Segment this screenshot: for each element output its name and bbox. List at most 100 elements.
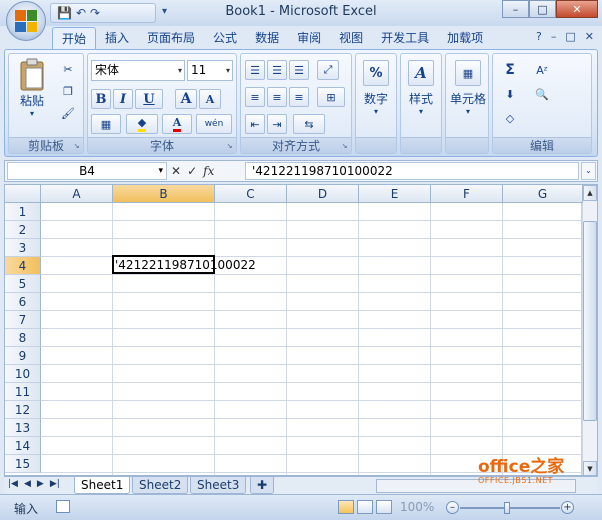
minimize-button[interactable]: – bbox=[502, 0, 529, 18]
row-header-3[interactable]: 3 bbox=[5, 239, 41, 257]
shrink-font-button[interactable]: A bbox=[199, 89, 221, 109]
select-all-button[interactable] bbox=[5, 185, 41, 203]
grow-font-button[interactable]: A bbox=[175, 89, 197, 109]
page-layout-view-icon[interactable] bbox=[357, 500, 373, 514]
font-name-select[interactable]: 宋体 ▾ bbox=[91, 60, 185, 81]
last-sheet-icon[interactable]: ▶| bbox=[50, 479, 60, 489]
sheet-tab-2[interactable]: Sheet2 bbox=[132, 477, 189, 494]
maximize-button[interactable]: □ bbox=[529, 0, 556, 18]
zoom-slider[interactable]: – + bbox=[446, 500, 574, 516]
vertical-scrollbar[interactable]: ▲ ▼ bbox=[581, 185, 597, 475]
insert-sheet-icon[interactable]: ✚ bbox=[250, 477, 275, 494]
cut-icon[interactable]: ✂ bbox=[59, 60, 77, 78]
row-header-10[interactable]: 10 bbox=[5, 365, 41, 383]
column-header-e[interactable]: E bbox=[359, 185, 431, 203]
align-bottom-button[interactable]: ☰ bbox=[289, 60, 309, 80]
fill-icon[interactable]: ⬇ bbox=[497, 84, 523, 104]
cell-b4[interactable]: '421221198710100022 bbox=[115, 257, 256, 273]
enter-icon[interactable]: ✓ bbox=[187, 164, 197, 178]
vertical-scroll-thumb[interactable] bbox=[583, 221, 597, 421]
row-header-12[interactable]: 12 bbox=[5, 401, 41, 419]
phonetic-guide-button[interactable]: wén bbox=[196, 114, 232, 134]
sheet-tab-3[interactable]: Sheet3 bbox=[190, 477, 247, 494]
office-button[interactable] bbox=[6, 1, 46, 41]
expand-formula-bar-icon[interactable]: ⌄ bbox=[581, 162, 596, 180]
page-break-view-icon[interactable] bbox=[376, 500, 392, 514]
tab-insert[interactable]: 插入 bbox=[96, 27, 138, 49]
underline-button[interactable]: U bbox=[135, 89, 163, 109]
row-header-2[interactable]: 2 bbox=[5, 221, 41, 239]
prev-sheet-icon[interactable]: ◀ bbox=[24, 479, 31, 489]
alignment-launcher-icon[interactable]: ↘ bbox=[340, 142, 349, 151]
row-header-1[interactable]: 1 bbox=[5, 203, 41, 221]
font-launcher-icon[interactable]: ↘ bbox=[225, 142, 234, 151]
styles-button[interactable]: A 样式 ▾ bbox=[403, 60, 439, 116]
formula-input[interactable]: '421221198710100022 bbox=[245, 162, 579, 180]
tab-add-ins[interactable]: 加载项 bbox=[438, 27, 492, 49]
column-header-c[interactable]: C bbox=[215, 185, 287, 203]
font-size-select[interactable]: 11 ▾ bbox=[187, 60, 233, 81]
font-color-button[interactable]: A bbox=[162, 114, 192, 134]
orientation-button[interactable]: ⤢ bbox=[317, 60, 339, 80]
align-middle-button[interactable]: ☰ bbox=[267, 60, 287, 80]
cells-button[interactable]: ▦ 单元格 ▾ bbox=[448, 60, 488, 116]
autosum-icon[interactable]: Σ bbox=[497, 60, 523, 80]
italic-button[interactable]: I bbox=[113, 89, 133, 109]
column-header-f[interactable]: F bbox=[431, 185, 503, 203]
clear-icon[interactable]: ◇ bbox=[497, 108, 523, 128]
row-header-5[interactable]: 5 bbox=[5, 275, 41, 293]
tab-view[interactable]: 视图 bbox=[330, 27, 372, 49]
row-header-6[interactable]: 6 bbox=[5, 293, 41, 311]
tab-page-layout[interactable]: 页面布局 bbox=[138, 27, 204, 49]
sheet-tab-1[interactable]: Sheet1 bbox=[74, 477, 131, 494]
merge-center-button[interactable]: ⊞ bbox=[317, 87, 345, 107]
fill-color-button[interactable]: ◆ bbox=[126, 114, 158, 134]
bold-button[interactable]: B bbox=[91, 89, 111, 109]
paste-button[interactable]: 粘贴 ▾ bbox=[15, 58, 49, 118]
format-painter-icon[interactable]: 🖌 bbox=[59, 104, 77, 122]
align-left-button[interactable]: ≡ bbox=[245, 87, 265, 107]
row-header-4[interactable]: 4 bbox=[5, 257, 41, 275]
macro-record-icon[interactable] bbox=[56, 500, 70, 513]
workbook-restore-icon[interactable]: □ bbox=[565, 30, 575, 43]
increase-indent-button[interactable]: ⇥ bbox=[267, 114, 287, 134]
column-header-d[interactable]: D bbox=[287, 185, 359, 203]
row-header-14[interactable]: 14 bbox=[5, 437, 41, 455]
sort-filter-icon[interactable]: Aᶻ bbox=[527, 60, 557, 80]
cancel-icon[interactable]: ✕ bbox=[171, 164, 181, 178]
tab-formulas[interactable]: 公式 bbox=[204, 27, 246, 49]
align-right-button[interactable]: ≡ bbox=[289, 87, 309, 107]
tab-data[interactable]: 数据 bbox=[246, 27, 288, 49]
find-select-icon[interactable]: 🔍 bbox=[527, 84, 557, 104]
column-header-a[interactable]: A bbox=[41, 185, 113, 203]
normal-view-icon[interactable] bbox=[338, 500, 354, 514]
insert-function-icon[interactable]: fx bbox=[203, 164, 214, 178]
first-sheet-icon[interactable]: |◀ bbox=[8, 479, 18, 489]
tab-review[interactable]: 审阅 bbox=[288, 27, 330, 49]
row-header-9[interactable]: 9 bbox=[5, 347, 41, 365]
row-header-15[interactable]: 15 bbox=[5, 455, 41, 473]
tab-home[interactable]: 开始 bbox=[52, 27, 97, 49]
zoom-level[interactable]: 100% bbox=[400, 500, 434, 514]
borders-button[interactable]: ▦ bbox=[91, 114, 121, 134]
workbook-minimize-icon[interactable]: – bbox=[551, 30, 557, 43]
scroll-up-icon[interactable]: ▲ bbox=[583, 185, 597, 201]
decrease-indent-button[interactable]: ⇤ bbox=[245, 114, 265, 134]
name-box[interactable]: B4 ▾ bbox=[7, 162, 167, 180]
row-header-7[interactable]: 7 bbox=[5, 311, 41, 329]
close-button[interactable]: ✕ bbox=[556, 0, 598, 18]
scroll-down-icon[interactable]: ▼ bbox=[583, 461, 597, 475]
zoom-in-icon[interactable]: + bbox=[561, 501, 574, 514]
row-header-11[interactable]: 11 bbox=[5, 383, 41, 401]
clipboard-launcher-icon[interactable]: ↘ bbox=[72, 142, 81, 151]
tab-developer[interactable]: 开发工具 bbox=[372, 27, 438, 49]
zoom-knob[interactable] bbox=[504, 502, 510, 514]
number-format-button[interactable]: % 数字 ▾ bbox=[358, 60, 394, 116]
column-header-g[interactable]: G bbox=[503, 185, 583, 203]
next-sheet-icon[interactable]: ▶ bbox=[37, 479, 44, 489]
copy-icon[interactable]: ❐ bbox=[59, 82, 77, 100]
help-icon[interactable]: ? bbox=[536, 30, 542, 43]
zoom-out-icon[interactable]: – bbox=[446, 501, 459, 514]
column-header-b[interactable]: B bbox=[113, 185, 215, 203]
wrap-text-button[interactable]: ⇆ bbox=[293, 114, 325, 134]
